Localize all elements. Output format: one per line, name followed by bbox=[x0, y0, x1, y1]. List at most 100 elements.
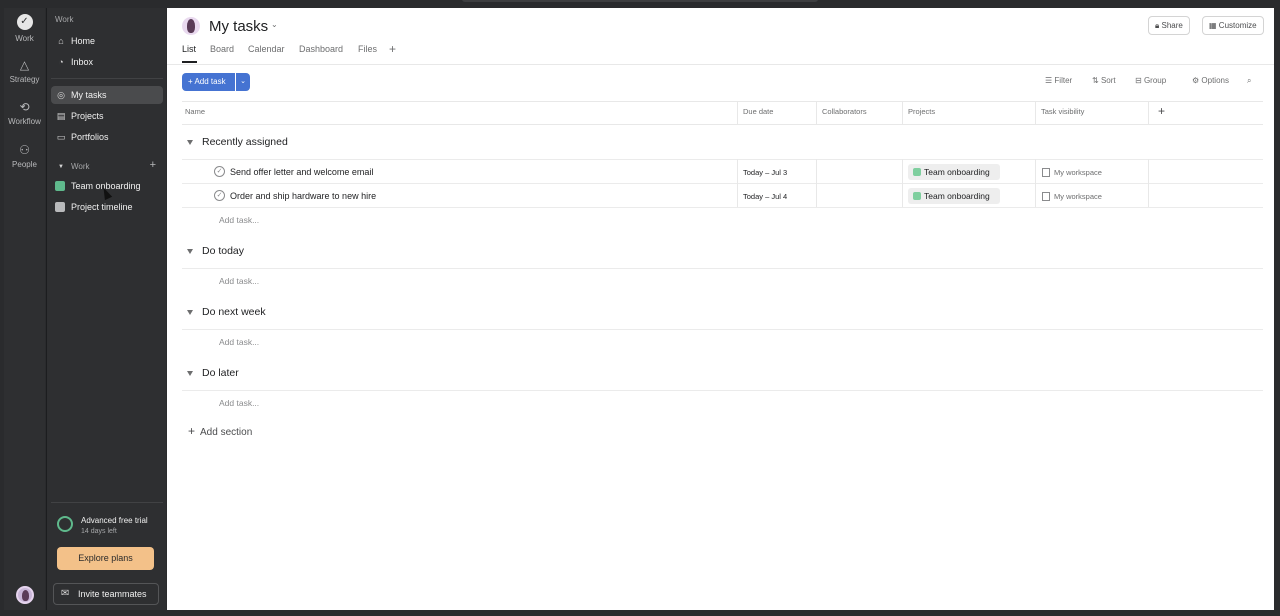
sidebar-item-my-tasks[interactable]: ◎ My tasks bbox=[51, 86, 163, 104]
search-icon[interactable]: ⌕ bbox=[1247, 76, 1251, 86]
rail-item-strategy[interactable]: △ Strategy bbox=[4, 58, 45, 84]
filter-button[interactable]: ☰ Filter bbox=[1045, 76, 1072, 85]
share-button[interactable]: 🔒︎ Share bbox=[1148, 16, 1190, 35]
tab-list[interactable]: List bbox=[182, 44, 196, 54]
column-divider bbox=[737, 101, 738, 124]
customize-button[interactable]: ▦ Customize bbox=[1202, 16, 1264, 35]
column-divider bbox=[1148, 101, 1149, 124]
sort-button[interactable]: ⇅ Sort bbox=[1092, 76, 1116, 85]
header-divider bbox=[167, 64, 1274, 65]
tab-active-indicator bbox=[182, 61, 197, 63]
column-divider bbox=[1035, 159, 1036, 207]
task-project-chip[interactable]: Team onboarding bbox=[908, 188, 1000, 204]
project-label: Team onboarding bbox=[924, 167, 990, 177]
add-column-icon[interactable]: + bbox=[1158, 104, 1165, 118]
column-divider bbox=[1035, 101, 1036, 124]
clipboard-icon: ▤ bbox=[56, 111, 66, 121]
tab-files[interactable]: Files bbox=[358, 44, 377, 54]
task-project-chip[interactable]: Team onboarding bbox=[908, 164, 1000, 180]
explore-plans-button[interactable]: Explore plans bbox=[57, 547, 154, 570]
task-name[interactable]: Order and ship hardware to new hire bbox=[230, 191, 376, 201]
chevron-down-icon[interactable]: ⌄ bbox=[271, 20, 278, 29]
user-avatar[interactable] bbox=[16, 586, 34, 604]
add-task-link[interactable]: Add task... bbox=[219, 276, 259, 286]
task-visibility[interactable]: My workspace bbox=[1042, 192, 1102, 201]
project-color-icon bbox=[55, 181, 65, 191]
sidebar-item-label: Portfolios bbox=[71, 132, 109, 142]
check-circle-icon: ✓ bbox=[16, 14, 33, 30]
project-label: Team onboarding bbox=[924, 191, 990, 201]
visibility-label: My workspace bbox=[1054, 192, 1102, 201]
rail-item-people[interactable]: ⚇ People bbox=[4, 143, 45, 169]
column-header-due-date[interactable]: Due date bbox=[743, 101, 773, 123]
row-divider bbox=[182, 183, 1263, 184]
plus-icon: + bbox=[188, 424, 196, 438]
chevron-down-icon: ⌄ bbox=[240, 78, 246, 85]
trial-title: Advanced free trial bbox=[81, 516, 148, 525]
add-task-button[interactable]: + Add task bbox=[182, 73, 235, 91]
project-color-icon bbox=[913, 168, 921, 176]
rail-item-workflow[interactable]: ⟲ Workflow bbox=[4, 100, 45, 126]
row-divider bbox=[182, 268, 1263, 269]
sidebar-item-projects[interactable]: ▤ Projects bbox=[51, 107, 163, 125]
workflow-icon: ⟲ bbox=[19, 100, 30, 114]
rail-item-label: Work bbox=[15, 34, 34, 43]
task-due-date[interactable]: Today – Jul 4 bbox=[743, 192, 787, 201]
row-divider bbox=[182, 390, 1263, 391]
sidebar-divider bbox=[51, 78, 163, 79]
triangle-icon: △ bbox=[19, 58, 30, 72]
group-icon: ⊟ bbox=[1135, 76, 1142, 85]
section-header-do-today[interactable]: Do today bbox=[187, 245, 244, 257]
section-header-recently-assigned[interactable]: Recently assigned bbox=[187, 136, 288, 148]
project-color-icon bbox=[913, 192, 921, 200]
row-divider bbox=[182, 207, 1263, 208]
add-tab-icon[interactable]: + bbox=[389, 42, 396, 56]
column-divider bbox=[902, 101, 903, 124]
caret-down-icon bbox=[187, 248, 193, 254]
sidebar-header: Work bbox=[55, 15, 74, 24]
task-complete-checkbox[interactable]: ✓ bbox=[214, 190, 225, 201]
check-circle-icon: ◎ bbox=[57, 90, 65, 100]
section-header-do-later[interactable]: Do later bbox=[187, 367, 239, 379]
rail-item-label: Strategy bbox=[9, 75, 40, 84]
add-section-button[interactable]: + Add section bbox=[188, 424, 252, 438]
add-task-dropdown[interactable]: ⌄ bbox=[236, 73, 250, 91]
folder-icon: ▭ bbox=[56, 132, 66, 142]
tab-board[interactable]: Board bbox=[210, 44, 234, 54]
address-bar[interactable] bbox=[462, 0, 818, 2]
table-header-top-rule bbox=[182, 101, 1263, 102]
filter-icon: ☰ bbox=[1045, 76, 1053, 85]
invite-teammates-button[interactable]: ✉ Invite teammates bbox=[53, 583, 159, 605]
share-label: Share bbox=[1161, 21, 1183, 30]
group-label: Group bbox=[1143, 76, 1167, 85]
column-header-name[interactable]: Name bbox=[185, 101, 205, 123]
tab-dashboard[interactable]: Dashboard bbox=[299, 44, 343, 54]
section-header-do-next-week[interactable]: Do next week bbox=[187, 306, 266, 318]
row-divider bbox=[182, 329, 1263, 330]
options-button[interactable]: ⚙ Options bbox=[1192, 76, 1229, 85]
task-name[interactable]: Send offer letter and welcome email bbox=[230, 167, 373, 177]
global-rail: ✓ Work △ Strategy ⟲ Workflow ⚇ People bbox=[4, 8, 45, 610]
column-header-collaborators[interactable]: Collaborators bbox=[822, 101, 867, 123]
sidebar-item-home[interactable]: ⌂ Home bbox=[51, 32, 163, 50]
add-project-icon[interactable]: + bbox=[150, 159, 156, 171]
main-content: My tasks ⌄ List Board Calendar Dashboard… bbox=[167, 8, 1274, 610]
column-header-projects[interactable]: Projects bbox=[908, 101, 935, 123]
sidebar-item-project-timeline[interactable]: Project timeline bbox=[51, 198, 163, 216]
task-complete-checkbox[interactable]: ✓ bbox=[214, 166, 225, 177]
tab-calendar[interactable]: Calendar bbox=[248, 44, 285, 54]
rail-item-work[interactable]: ✓ Work bbox=[4, 14, 45, 43]
add-task-link[interactable]: Add task... bbox=[219, 398, 259, 408]
add-task-link[interactable]: Add task... bbox=[219, 215, 259, 225]
add-task-link[interactable]: Add task... bbox=[219, 337, 259, 347]
home-icon: ⌂ bbox=[58, 36, 64, 46]
sidebar-group-work[interactable]: ▼ Work bbox=[51, 158, 163, 176]
group-button[interactable]: ⊟ Group bbox=[1135, 76, 1166, 85]
sidebar-item-inbox[interactable]: ◔ Inbox bbox=[51, 53, 163, 71]
sidebar-item-portfolios[interactable]: ▭ Portfolios bbox=[51, 128, 163, 146]
column-header-task-visibility[interactable]: Task visibility bbox=[1041, 101, 1084, 123]
task-due-date[interactable]: Today – Jul 3 bbox=[743, 168, 787, 177]
bell-icon: ◔ bbox=[58, 57, 64, 67]
task-visibility[interactable]: My workspace bbox=[1042, 168, 1102, 177]
sort-icon: ⇅ bbox=[1092, 76, 1099, 85]
